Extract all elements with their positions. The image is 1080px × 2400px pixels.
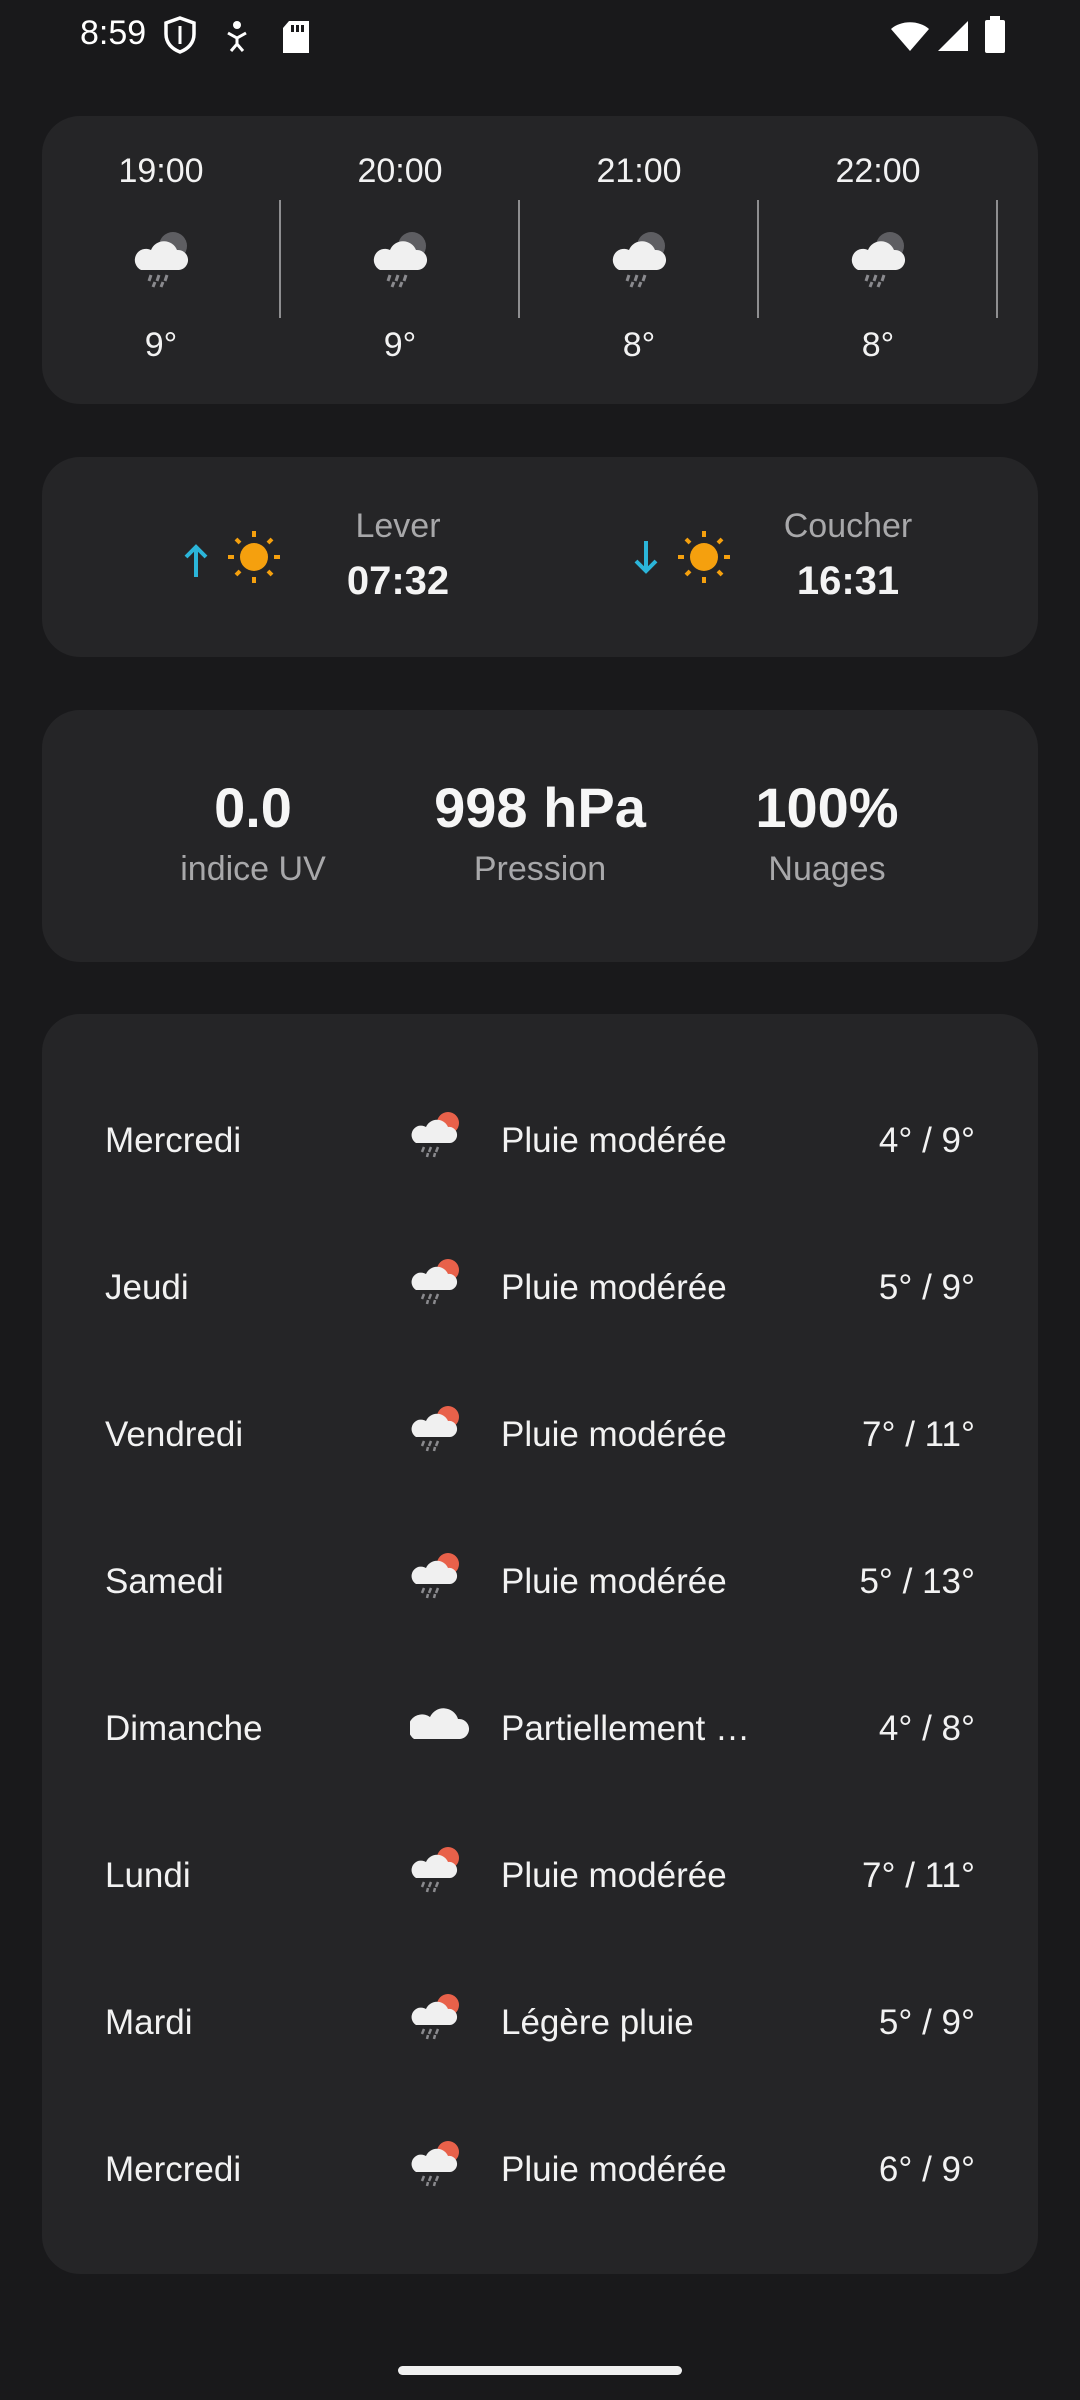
day-temperature: 5° / 13°	[859, 1562, 975, 1601]
stat-value: 998 hPa	[434, 776, 646, 839]
hour-temp: 9°	[144, 326, 178, 364]
signal-icon	[937, 20, 969, 57]
divider	[996, 200, 998, 318]
navigation-handle[interactable]	[398, 2366, 682, 2375]
hourly-forecast-card[interactable]: 19:00 9° 20:00 9° 21:00 8° 22:00 8°	[42, 116, 1038, 404]
accessibility-icon	[223, 20, 251, 59]
stats-card: 0.0 indice UV 998 hPa Pression 100% Nuag…	[42, 710, 1038, 962]
sunset-icon	[628, 527, 738, 594]
day-description: Pluie modérée	[501, 1562, 727, 1601]
daily-row[interactable]: Jeudi Pluie modérée 5° / 9°	[42, 1216, 1038, 1363]
day-name: Samedi	[105, 1562, 224, 1601]
stat-value: 0.0	[214, 776, 292, 839]
daily-row[interactable]: Dimanche Partiellement … 4° / 8°	[42, 1657, 1038, 1804]
status-time: 8:59	[80, 14, 147, 52]
status-bar: 8:59	[0, 0, 1080, 72]
stat-label: indice UV	[180, 850, 326, 888]
hour-time: 19:00	[118, 152, 204, 190]
day-temperature: 6° / 9°	[878, 2150, 975, 2189]
daily-row[interactable]: Mercredi Pluie modérée 4° / 9°	[42, 1069, 1038, 1216]
day-name: Mercredi	[105, 2150, 242, 2189]
day-temperature: 4° / 8°	[878, 1709, 975, 1748]
day-name: Dimanche	[105, 1709, 263, 1748]
rain-sun-icon	[410, 1550, 470, 1605]
stat-value: 100%	[755, 776, 899, 839]
rain-sun-icon	[410, 1109, 470, 1164]
day-description: Pluie modérée	[501, 1856, 727, 1895]
day-name: Jeudi	[105, 1268, 189, 1307]
hour-temp: 8°	[622, 326, 656, 364]
day-description: Légère pluie	[501, 2003, 694, 2042]
rain-sun-icon	[410, 1844, 470, 1899]
hourly-item: 20:00 9°	[300, 116, 500, 404]
sunrise-icon	[178, 527, 288, 594]
day-name: Vendredi	[105, 1415, 244, 1454]
divider	[757, 200, 759, 318]
day-name: Mardi	[105, 2003, 193, 2042]
hourly-item: 19:00 9°	[61, 116, 261, 404]
rain-sun-icon	[410, 1403, 470, 1458]
sunrise-label: Lever	[355, 507, 441, 545]
day-temperature: 5° / 9°	[878, 1268, 975, 1307]
day-description: Pluie modérée	[501, 1268, 727, 1307]
sunrise-block: Lever 07:32	[178, 457, 508, 657]
day-description: Partiellement …	[501, 1709, 750, 1748]
rain-sun-icon	[410, 1991, 470, 2046]
daily-row[interactable]: Lundi Pluie modérée 7° / 11°	[42, 1804, 1038, 1951]
rain-cloud-icon	[129, 226, 195, 293]
wifi-icon	[890, 20, 930, 57]
daily-row[interactable]: Samedi Pluie modérée 5° / 13°	[42, 1510, 1038, 1657]
hour-time: 21:00	[596, 152, 682, 190]
cloud-icon	[408, 1697, 470, 1752]
hour-time: 20:00	[357, 152, 443, 190]
sunset-block: Coucher 16:31	[628, 457, 958, 657]
day-temperature: 7° / 11°	[862, 1415, 975, 1454]
daily-row[interactable]: Vendredi Pluie modérée 7° / 11°	[42, 1363, 1038, 1510]
daily-row[interactable]: Mardi Légère pluie 5° / 9°	[42, 1951, 1038, 2098]
hourly-item: 21:00 8°	[539, 116, 739, 404]
rain-cloud-icon	[607, 226, 673, 293]
day-name: Lundi	[105, 1856, 191, 1895]
day-description: Pluie modérée	[501, 1121, 727, 1160]
hour-temp: 8°	[861, 326, 895, 364]
sunset-time: 16:31	[796, 559, 900, 603]
day-description: Pluie modérée	[501, 2150, 727, 2189]
rain-sun-icon	[410, 1256, 470, 1311]
day-description: Pluie modérée	[501, 1415, 727, 1454]
hour-temp: 9°	[383, 326, 417, 364]
daily-row[interactable]: Mercredi Pluie modérée 6° / 9°	[42, 2098, 1038, 2245]
battery-icon	[984, 16, 1006, 59]
hourly-item: 22:00 8°	[778, 116, 978, 404]
day-temperature: 4° / 9°	[878, 1121, 975, 1160]
day-name: Mercredi	[105, 1121, 242, 1160]
rain-cloud-icon	[368, 226, 434, 293]
sun-times-card: Lever 07:32 Coucher 16:31	[42, 457, 1038, 657]
stat-label: Pression	[473, 850, 607, 888]
day-temperature: 7° / 11°	[862, 1856, 975, 1895]
shield-icon	[163, 16, 197, 59]
rain-cloud-icon	[846, 226, 912, 293]
sunrise-time: 07:32	[346, 559, 450, 603]
divider	[518, 200, 520, 318]
sd-card-icon	[281, 20, 311, 59]
daily-forecast-card: Mercredi Pluie modérée 4° / 9° Jeudi Plu…	[42, 1014, 1038, 2274]
rain-sun-icon	[410, 2138, 470, 2193]
sunset-label: Coucher	[783, 507, 913, 545]
divider	[279, 200, 281, 318]
day-temperature: 5° / 9°	[878, 2003, 975, 2042]
hour-time: 22:00	[835, 152, 921, 190]
stat-label: Nuages	[768, 850, 886, 888]
